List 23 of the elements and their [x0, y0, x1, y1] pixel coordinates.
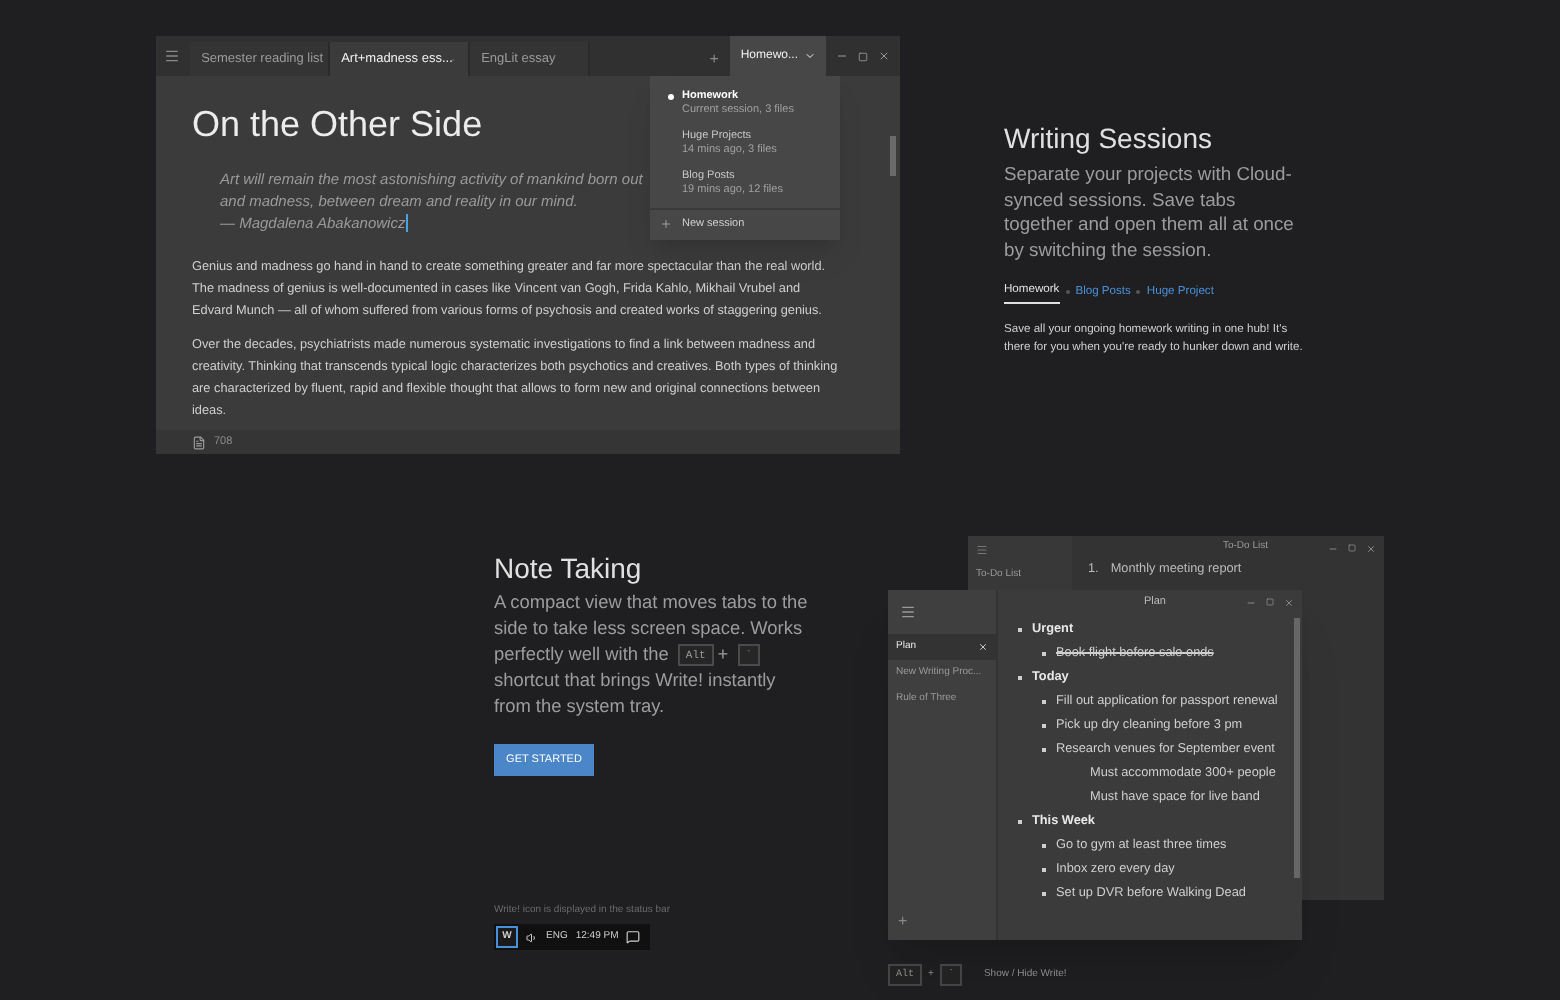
document-icon [192, 435, 206, 449]
new-tab-button[interactable]: + [697, 42, 731, 76]
notification-icon[interactable] [626, 930, 641, 944]
minimize-icon[interactable] [1328, 543, 1338, 553]
menu-icon[interactable] [164, 48, 181, 64]
menu-icon[interactable] [976, 544, 988, 556]
scrollbar-thumb[interactable] [890, 136, 896, 176]
text-cursor [405, 214, 408, 232]
maximize-icon[interactable] [858, 51, 868, 61]
minimize-icon[interactable] [1246, 597, 1256, 607]
add-tab-button[interactable]: + [888, 910, 996, 940]
caret-icon [804, 50, 816, 62]
section-title: Writing Sessions [1004, 120, 1215, 156]
close-icon[interactable] [878, 50, 890, 62]
menu-icon[interactable] [900, 604, 916, 620]
scrollbar-thumb[interactable] [1294, 618, 1300, 878]
plus-icon [660, 218, 672, 231]
document-title: On the Other Side [192, 102, 483, 148]
section-title: Note Taking [494, 550, 644, 586]
minimize-icon[interactable] [836, 50, 848, 62]
maximize-icon[interactable] [1348, 544, 1356, 552]
section-description: Separate your projects with Cloud-synced sessions. Save tabs together and open them all at once by switching the session. [1004, 162, 1296, 262]
speaker-icon[interactable] [526, 931, 538, 943]
